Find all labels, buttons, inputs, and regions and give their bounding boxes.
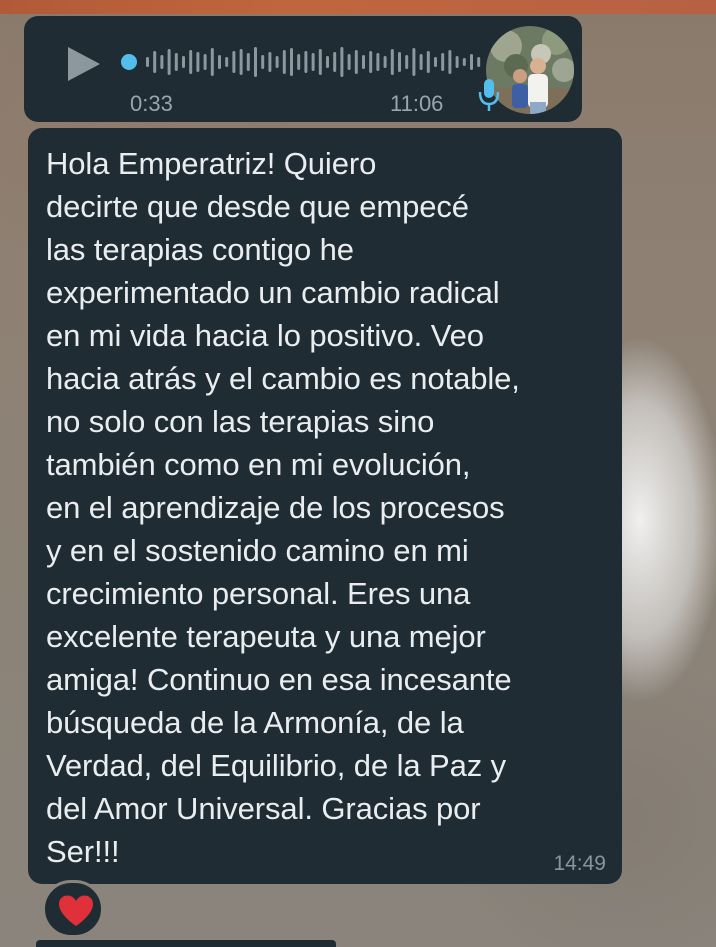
waveform-bar bbox=[297, 54, 301, 70]
message-line: búsqueda de la Armonía, de la bbox=[46, 705, 464, 740]
message-line: hacia atrás y el cambio es notable, bbox=[46, 361, 520, 396]
message-line: también como en mi evolución, bbox=[46, 447, 471, 482]
waveform-bar bbox=[405, 55, 409, 69]
message-line: en el aprendizaje de los procesos bbox=[46, 490, 505, 525]
waveform-bar bbox=[160, 55, 164, 69]
waveform-bar bbox=[189, 50, 193, 74]
message-timestamp: 14:49 bbox=[553, 852, 606, 875]
waveform-bar bbox=[412, 48, 416, 76]
waveform-bar bbox=[326, 56, 329, 68]
waveform-bar bbox=[146, 57, 149, 67]
voice-duration: 0:33 bbox=[130, 91, 173, 116]
waveform-bar bbox=[210, 48, 214, 76]
waveform-bar bbox=[455, 56, 459, 68]
waveform-bar bbox=[376, 53, 380, 71]
heart-icon bbox=[59, 895, 93, 926]
message-line: amiga! Continuo en esa incesante bbox=[46, 662, 512, 697]
text-message-bubble[interactable]: Hola Emperatriz! Quiero decirte que desd… bbox=[28, 128, 622, 884]
message-line: del Amor Universal. Gracias por bbox=[46, 791, 481, 826]
waveform-bar bbox=[318, 49, 322, 75]
waveform-bar bbox=[390, 49, 394, 75]
waveform-bar bbox=[268, 52, 272, 72]
message-line: excelente terapeuta y una mejor bbox=[46, 619, 486, 654]
waveform-bar bbox=[225, 57, 229, 67]
message-line: Verdad, del Equilibrio, de la Paz y bbox=[46, 748, 507, 783]
waveform-bar bbox=[477, 57, 481, 67]
waveform-bar bbox=[196, 52, 200, 72]
play-icon bbox=[68, 47, 100, 81]
waveform-bar bbox=[311, 53, 315, 71]
voice-waveform[interactable] bbox=[120, 44, 484, 80]
playback-position-dot[interactable] bbox=[121, 54, 137, 70]
message-line: Hola Emperatriz! Quiero bbox=[46, 146, 377, 181]
message-line: Ser!!! bbox=[46, 834, 120, 869]
waveform-bar bbox=[153, 51, 157, 73]
waveform-bar bbox=[340, 47, 344, 77]
waveform-bar bbox=[470, 54, 473, 70]
waveform-bar bbox=[398, 52, 401, 72]
message-text: Hola Emperatriz! Quiero decirte que desd… bbox=[46, 142, 614, 873]
waveform-bar bbox=[167, 49, 171, 75]
waveform-bar bbox=[426, 51, 430, 73]
waveform-bar bbox=[462, 58, 466, 66]
waveform-bar bbox=[290, 48, 293, 76]
waveform-bar bbox=[203, 54, 207, 70]
waveform-bar bbox=[369, 51, 373, 73]
waveform-bar bbox=[333, 52, 337, 72]
waveform-bar bbox=[254, 47, 257, 77]
waveform-bar bbox=[441, 53, 445, 71]
waveform-bar bbox=[448, 50, 452, 74]
waveform-bar bbox=[232, 51, 236, 73]
waveform-bar bbox=[304, 51, 308, 73]
next-bubble-edge bbox=[36, 940, 336, 947]
play-button[interactable] bbox=[64, 44, 104, 84]
message-line: decirte que desde que empecé bbox=[46, 189, 469, 224]
waveform-bar bbox=[434, 57, 437, 67]
message-line: las terapias contigo he bbox=[46, 232, 354, 267]
reaction-badge[interactable] bbox=[42, 880, 104, 938]
waveform-bar bbox=[354, 50, 358, 74]
waveform-bar bbox=[218, 55, 221, 69]
waveform-bar bbox=[261, 55, 265, 69]
message-line: en mi vida hacia lo positivo. Veo bbox=[46, 318, 484, 353]
background-top-strip bbox=[0, 0, 716, 14]
voice-timestamp: 11:06 bbox=[390, 91, 444, 116]
waveform-bar bbox=[383, 56, 387, 68]
waveform-bar bbox=[347, 54, 351, 70]
message-line: y en el sostenido camino en mi bbox=[46, 533, 469, 568]
waveform-bar bbox=[282, 50, 286, 74]
waveform-bar bbox=[182, 56, 185, 68]
message-line: experimentado un cambio radical bbox=[46, 275, 500, 310]
message-line: crecimiento personal. Eres una bbox=[46, 576, 471, 611]
waveform-bar bbox=[275, 56, 279, 68]
waveform-bar bbox=[239, 49, 243, 75]
voice-message-bubble: 0:33 11:06 bbox=[24, 16, 582, 122]
waveform-bar bbox=[419, 54, 423, 70]
waveform-bar bbox=[174, 53, 178, 71]
waveform-bar bbox=[246, 53, 250, 71]
message-line: no solo con las terapias sino bbox=[46, 404, 435, 439]
waveform-bar bbox=[362, 55, 365, 69]
microphone-icon bbox=[478, 78, 500, 112]
